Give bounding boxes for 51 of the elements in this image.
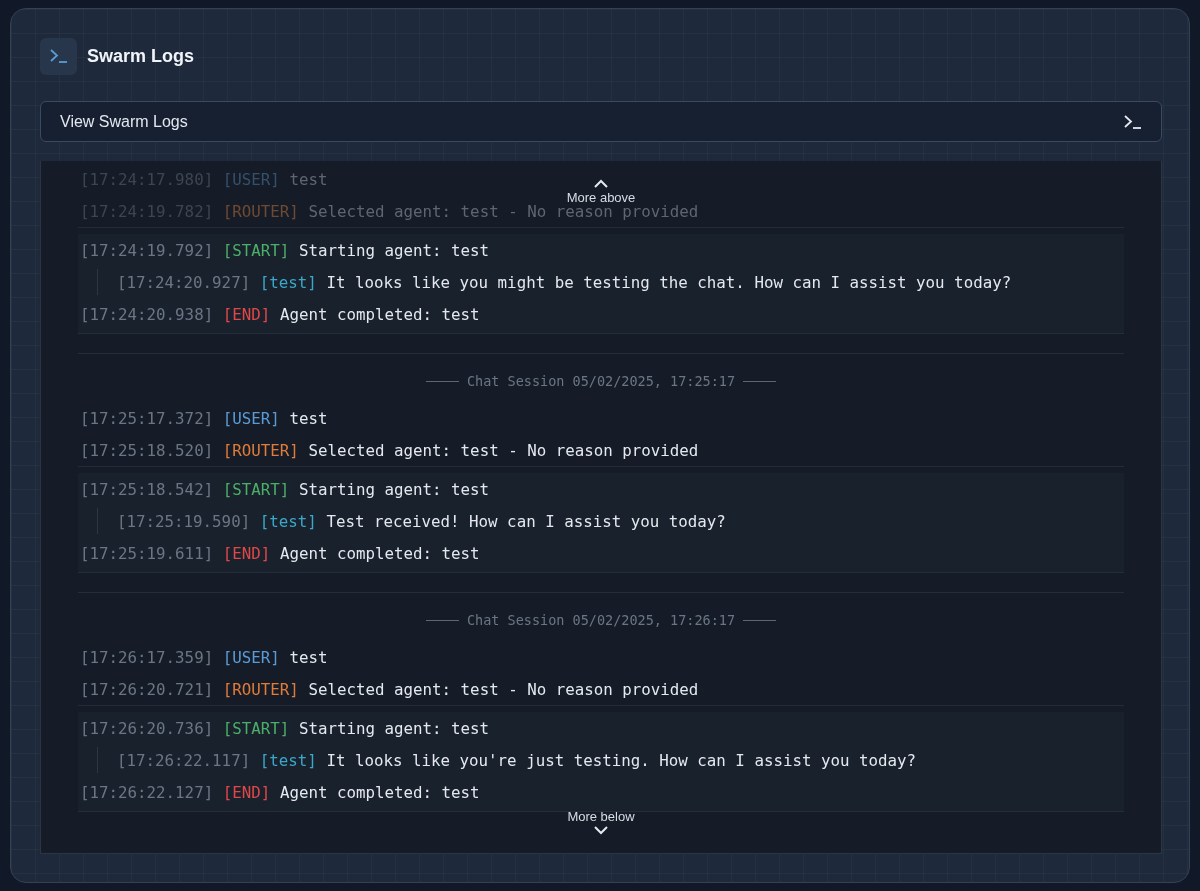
view-logs-dropdown[interactable]: View Swarm Logs: [40, 101, 1162, 142]
chevron-down-icon[interactable]: [594, 826, 608, 835]
log-message: Agent completed: test: [279, 543, 480, 563]
log-message: Selected agent: test - No reason provided: [308, 679, 699, 699]
chevron-up-icon[interactable]: [594, 179, 608, 188]
log-message: It looks like you might be testing the chat. How can I assist you today?: [326, 272, 1012, 292]
log-tag: [test]: [259, 750, 317, 770]
log-message: Starting agent: test: [298, 240, 490, 260]
log-timestamp: [17:24:20.927]: [117, 272, 251, 292]
log-tag: [END]: [222, 543, 271, 563]
more-below-label: More below: [567, 809, 635, 824]
log-tag: [START]: [222, 479, 290, 499]
log-timestamp: [17:24:20.938]: [80, 304, 214, 324]
log-timestamp: [17:25:18.520]: [80, 440, 214, 460]
panel-title: Swarm Logs: [87, 45, 195, 67]
log-timestamp: [17:26:20.721]: [80, 679, 214, 699]
log-timestamp: [17:25:19.590]: [117, 511, 251, 531]
log-timestamp: [17:24:19.792]: [80, 240, 214, 260]
log-timestamp: [17:26:22.117]: [117, 750, 251, 770]
session-header: Chat Session 05/02/2025, 17:25:17: [466, 373, 736, 389]
log-message: test: [289, 169, 328, 189]
log-tag: [ROUTER]: [222, 679, 299, 699]
log-message: test: [289, 408, 328, 428]
log-message: Starting agent: test: [298, 718, 490, 738]
log-tag: [USER]: [222, 408, 280, 428]
log-message: Agent completed: test: [279, 304, 480, 324]
log-tag: [test]: [259, 511, 317, 531]
log-message: test: [289, 647, 328, 667]
log-message: Starting agent: test: [298, 479, 490, 499]
prompt-glyph-icon: [48, 48, 69, 64]
log-timestamp: [17:25:19.611]: [80, 543, 214, 563]
log-timestamp: [17:25:17.372]: [80, 408, 214, 428]
log-tag: [USER]: [222, 647, 280, 667]
log-tag: [START]: [222, 240, 290, 260]
log-timestamp: [17:26:22.127]: [80, 782, 214, 802]
session-header: Chat Session 05/02/2025, 17:26:17: [466, 612, 736, 628]
log-tag: [ROUTER]: [222, 440, 299, 460]
terminal-icon: [1123, 113, 1143, 130]
log-message: Selected agent: test - No reason provided: [308, 440, 699, 460]
log-timestamp: [17:25:18.542]: [80, 479, 214, 499]
log-timestamp: [17:26:20.736]: [80, 718, 214, 738]
log-tag: [START]: [222, 718, 290, 738]
log-tag: [END]: [222, 304, 271, 324]
log-message: It looks like you're just testing. How can I assist you today?: [326, 750, 917, 770]
log-message: Agent completed: test: [279, 782, 480, 802]
log-timestamp: [17:26:17.359]: [80, 647, 214, 667]
log-tag: [END]: [222, 782, 271, 802]
log-tag: [ROUTER]: [222, 201, 299, 221]
log-tag: [test]: [259, 272, 317, 292]
log-tag: [USER]: [222, 169, 280, 189]
log-message: Test received! How can I assist you today?: [326, 511, 726, 531]
